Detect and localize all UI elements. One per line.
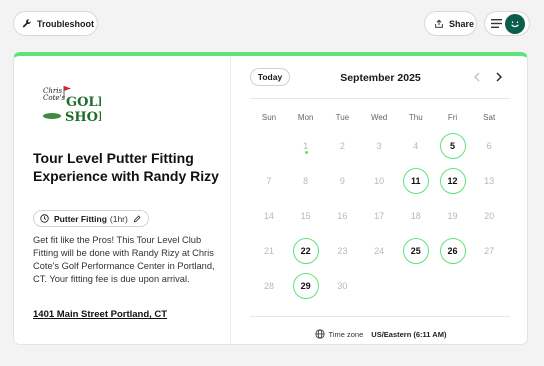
calendar-day-21: 21 bbox=[263, 246, 274, 256]
calendar-day-18: 18 bbox=[410, 211, 421, 221]
smile-icon bbox=[511, 21, 519, 28]
share-icon bbox=[435, 19, 443, 28]
troubleshoot-button[interactable]: Troubleshoot bbox=[13, 11, 98, 36]
calendar-day-6: 6 bbox=[486, 141, 492, 151]
svg-text:Cote's: Cote's bbox=[43, 94, 65, 102]
duration-length: (1hr) bbox=[109, 213, 128, 224]
troubleshoot-label: Troubleshoot bbox=[37, 18, 94, 29]
duration-name: Putter Fitting bbox=[54, 213, 107, 224]
chevron-left-icon bbox=[474, 72, 480, 82]
today-indicator bbox=[304, 151, 308, 154]
calendar-day-26[interactable]: 26 bbox=[439, 238, 466, 264]
calendar-day-24: 24 bbox=[374, 246, 385, 256]
calendar-day-12[interactable]: 12 bbox=[439, 168, 466, 194]
divider bbox=[250, 98, 510, 99]
event-title: Tour Level Putter Fitting Experience wit… bbox=[33, 150, 219, 184]
weekday-header-fri: Fri bbox=[447, 113, 458, 122]
calendar-day-10: 10 bbox=[374, 176, 385, 186]
calendar-day-13: 13 bbox=[484, 176, 495, 186]
duration-selector[interactable]: Putter Fitting (1hr) bbox=[33, 210, 149, 227]
timezone-label: Time zone bbox=[328, 329, 364, 339]
event-address-link[interactable]: 1401 Main Street Portland, CT bbox=[33, 309, 167, 320]
calendar-day-3: 3 bbox=[376, 141, 382, 151]
calendar-day-15: 15 bbox=[300, 211, 311, 221]
weekday-header-tue: Tue bbox=[335, 113, 350, 122]
calendar-day-2: 2 bbox=[339, 141, 345, 151]
event-details-panel: Chris Cote's GOLF SHOP Tour Level Putter… bbox=[14, 56, 231, 344]
calendar-day-8: 8 bbox=[303, 176, 309, 186]
timezone-selector[interactable]: Time zone US/Eastern (6:11 AM) bbox=[232, 329, 527, 339]
menu-icon bbox=[491, 19, 502, 28]
timezone-value: US/Eastern (6:11 AM) bbox=[371, 329, 447, 339]
calendar-day-19: 19 bbox=[447, 211, 458, 221]
chevron-right-icon bbox=[496, 72, 502, 82]
calendar-day-11[interactable]: 11 bbox=[402, 168, 429, 194]
share-button[interactable]: Share bbox=[424, 11, 477, 36]
share-label: Share bbox=[449, 18, 475, 29]
calendar-day-30: 30 bbox=[337, 281, 348, 291]
wrench-icon bbox=[22, 18, 32, 27]
avatar[interactable] bbox=[505, 14, 525, 34]
svg-text:SHOP: SHOP bbox=[65, 110, 101, 124]
calendar-day-14: 14 bbox=[263, 211, 274, 221]
weekday-header-sun: Sun bbox=[261, 113, 277, 122]
menu-button[interactable] bbox=[484, 11, 530, 36]
calendar-day-9: 9 bbox=[339, 176, 345, 186]
event-description: Get fit like the Pros! This Tour Level C… bbox=[33, 235, 215, 284]
next-month-button[interactable] bbox=[492, 70, 506, 84]
calendar-panel: Today September 2025 Sun Mon Tue Wed Thu Fri S… bbox=[232, 56, 527, 344]
edit-pencil-icon[interactable] bbox=[133, 214, 141, 223]
calendar-day-5[interactable]: 5 bbox=[439, 133, 466, 159]
weekday-header-sat: Sat bbox=[483, 113, 496, 122]
calendar-day-20: 20 bbox=[484, 211, 495, 221]
globe-icon bbox=[314, 329, 325, 339]
calendar-day-29[interactable]: 29 bbox=[292, 273, 319, 299]
clock-icon bbox=[40, 214, 49, 223]
calendar-day-28: 28 bbox=[263, 281, 274, 291]
calendar-day-23: 23 bbox=[337, 246, 348, 256]
calendar-day-16: 16 bbox=[337, 211, 348, 221]
calendar-day-1: 1 bbox=[293, 133, 319, 159]
divider bbox=[250, 316, 510, 317]
weekday-header-mon: Mon bbox=[297, 113, 314, 122]
calendar-day-7: 7 bbox=[266, 176, 272, 186]
calendar-day-17: 17 bbox=[374, 211, 385, 221]
weekday-header-thu: Thu bbox=[408, 113, 423, 122]
prev-month-button[interactable] bbox=[470, 70, 484, 84]
calendar-day-4: 4 bbox=[413, 141, 419, 151]
golf-shop-logo: Chris Cote's GOLF SHOP bbox=[43, 86, 101, 124]
svg-text:GOLF: GOLF bbox=[66, 95, 101, 110]
booking-card: Chris Cote's GOLF SHOP Tour Level Putter… bbox=[13, 52, 528, 345]
calendar-day-27: 27 bbox=[484, 246, 495, 256]
calendar-day-25[interactable]: 25 bbox=[402, 238, 429, 264]
calendar-day-22[interactable]: 22 bbox=[292, 238, 319, 264]
weekday-header-wed: Wed bbox=[370, 113, 388, 122]
